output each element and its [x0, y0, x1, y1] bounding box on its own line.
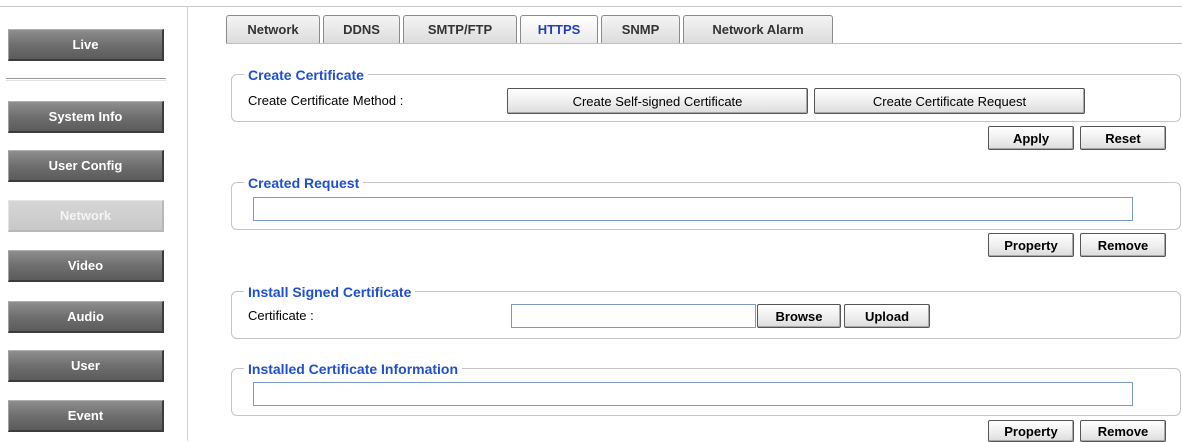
installed-info-remove-button[interactable]: Remove [1080, 420, 1166, 442]
tab-network[interactable]: Network [226, 15, 320, 43]
tab-snmp[interactable]: SNMP [601, 15, 680, 43]
sidebar-item-live[interactable]: Live [8, 29, 164, 61]
certificate-label: Certificate : [248, 308, 314, 323]
install-signed-legend: Install Signed Certificate [244, 284, 416, 300]
apply-button[interactable]: Apply [988, 126, 1074, 150]
create-certificate-method-label: Create Certificate Method : [248, 93, 404, 108]
sidebar-item-audio[interactable]: Audio [8, 301, 164, 333]
installed-info-legend: Installed Certificate Information [244, 361, 463, 377]
tab-ddns[interactable]: DDNS [323, 15, 400, 43]
create-certificate-request-button[interactable]: Create Certificate Request [814, 88, 1085, 114]
create-certificate-legend: Create Certificate [244, 67, 368, 83]
tab-https[interactable]: HTTPS [520, 15, 598, 43]
tab-underline [226, 43, 1182, 44]
created-request-group: Created Request [231, 175, 1181, 230]
sidebar-item-event[interactable]: Event [8, 400, 164, 432]
browse-button[interactable]: Browse [757, 304, 841, 328]
created-request-field[interactable] [253, 197, 1133, 221]
sidebar-edge [187, 6, 188, 441]
created-request-legend: Created Request [244, 175, 364, 191]
sidebar-item-user[interactable]: User [8, 350, 164, 382]
sidebar-item-user-config[interactable]: User Config [8, 150, 164, 182]
created-request-remove-button[interactable]: Remove [1080, 233, 1166, 257]
sidebar-item-system-info[interactable]: System Info [8, 101, 164, 133]
created-request-property-button[interactable]: Property [988, 233, 1074, 257]
sidebar-item-network[interactable]: Network [8, 200, 164, 232]
create-self-signed-button[interactable]: Create Self-signed Certificate [507, 88, 808, 114]
installed-info-property-button[interactable]: Property [988, 420, 1074, 442]
sidebar-divider [6, 78, 166, 79]
certificate-file-input[interactable] [511, 304, 756, 328]
installed-info-group: Installed Certificate Information [231, 361, 1181, 416]
install-signed-group: Install Signed Certificate Certificate :… [231, 284, 1181, 339]
sidebar-item-video[interactable]: Video [8, 250, 164, 282]
installed-info-field[interactable] [253, 382, 1133, 406]
sidebar-divider-highlight [6, 80, 166, 81]
sidebar: Live System Info User Config Network Vid… [0, 0, 190, 441]
upload-button[interactable]: Upload [844, 304, 930, 328]
tab-network-alarm[interactable]: Network Alarm [683, 15, 833, 43]
create-certificate-group: Create Certificate Create Certificate Me… [231, 67, 1181, 122]
reset-button[interactable]: Reset [1080, 126, 1166, 150]
tab-smtp-ftp[interactable]: SMTP/FTP [403, 15, 517, 43]
